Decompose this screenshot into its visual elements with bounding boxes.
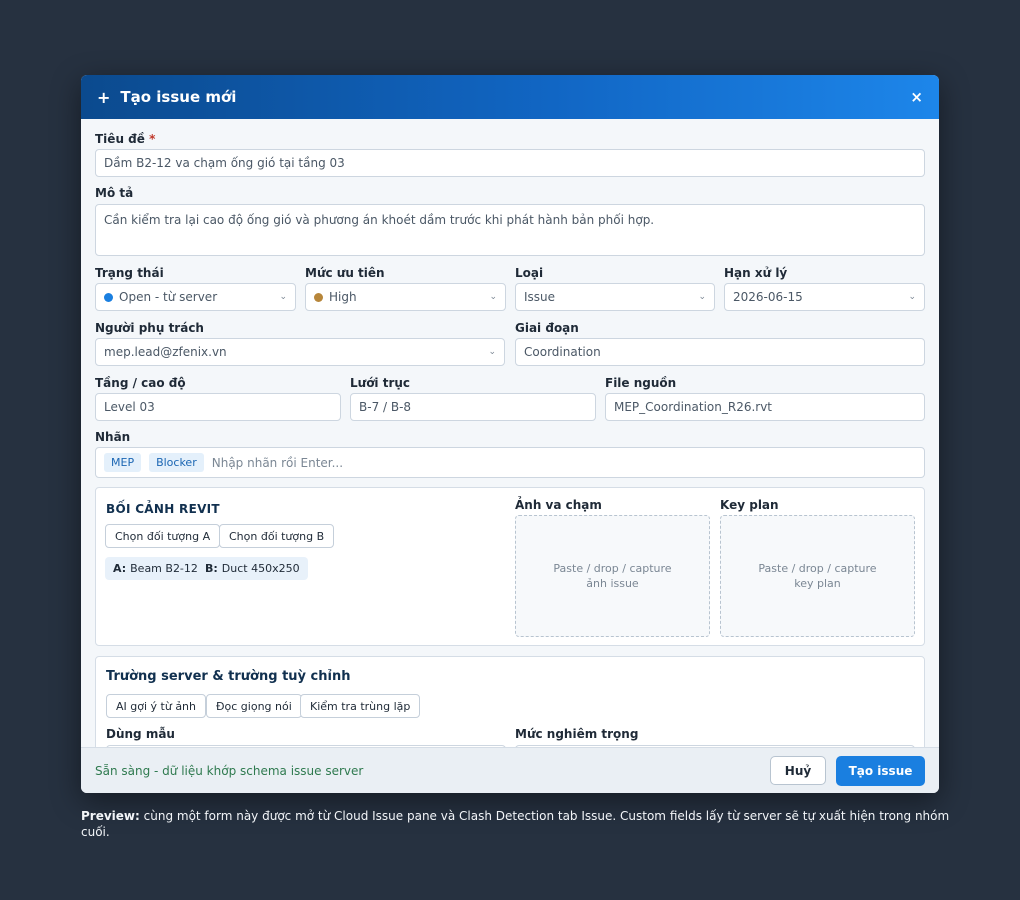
priority-value: High	[329, 290, 357, 304]
preview-note: Preview: cùng một form này được mở từ Cl…	[81, 808, 951, 840]
custom-fields-title: Trường server & trường tuỳ chỉnh	[106, 669, 351, 684]
revit-context-title: BỐI CẢNH REVIT	[106, 502, 220, 516]
tags-label: Nhãn	[95, 430, 131, 444]
chevron-down-icon: ⌄	[488, 347, 496, 357]
due-date-select[interactable]: 2026-06-15 ⌄	[724, 283, 925, 311]
object-b-value: Duct 450x250	[221, 562, 300, 575]
dialog-footer: Sẵn sàng - dữ liệu khớp schema issue ser…	[81, 747, 939, 793]
cancel-button[interactable]: Huỷ	[770, 756, 826, 785]
object-a-badge: A: Beam B2-12	[105, 557, 206, 580]
type-label: Loại	[515, 266, 544, 280]
dialog-header: + Tạo issue mới ×	[81, 75, 939, 119]
level-value: Level 03	[104, 400, 155, 414]
severity-label: Mức nghiêm trọng	[515, 727, 639, 741]
clash-image-hint-2: ảnh issue	[586, 577, 639, 590]
pick-object-b-button[interactable]: Chọn đối tượng B	[219, 524, 335, 548]
title-label: Tiêu đề *	[95, 132, 155, 146]
status-select[interactable]: Open - từ server ⌄	[95, 283, 296, 311]
priority-label: Mức ưu tiên	[305, 266, 385, 280]
phase-value: Coordination	[524, 345, 601, 359]
status-label: Trạng thái	[95, 266, 164, 280]
object-a-key: A:	[113, 562, 127, 575]
clash-image-dropzone[interactable]: Paste / drop / capture ảnh issue	[515, 515, 710, 637]
tags-placeholder: Nhập nhãn rồi Enter...	[211, 455, 344, 470]
level-input[interactable]: Level 03	[95, 393, 341, 421]
grid-input[interactable]: B-7 / B-8	[350, 393, 596, 421]
object-b-badge: B: Duct 450x250	[197, 557, 308, 580]
source-file-input[interactable]: MEP_Coordination_R26.rvt	[605, 393, 925, 421]
dialog-body: Tiêu đề * Dầm B2-12 va chạm ống gió tại …	[81, 119, 939, 747]
type-select[interactable]: Issue ⌄	[515, 283, 715, 311]
keyplan-hint: Paste / drop / capture	[758, 562, 877, 575]
preview-text: cùng một form này được mở từ Cloud Issue…	[81, 809, 950, 839]
grid-label: Lưới trục	[350, 376, 411, 390]
due-value: 2026-06-15	[733, 290, 803, 304]
tags-input[interactable]: MEP Blocker Nhập nhãn rồi Enter...	[95, 447, 925, 478]
template-label: Dùng mẫu	[106, 727, 175, 741]
clash-image-hint: Paste / drop / capture	[553, 562, 672, 575]
voice-input-button[interactable]: Đọc giọng nói	[206, 694, 302, 718]
description-value: Cần kiểm tra lại cao độ ống gió và phươn…	[104, 213, 655, 227]
ai-suggest-button[interactable]: AI gợi ý từ ảnh	[106, 694, 207, 718]
title-label-text: Tiêu đề	[95, 132, 145, 146]
chevron-down-icon: ⌄	[698, 292, 706, 302]
source-file-value: MEP_Coordination_R26.rvt	[614, 400, 773, 414]
close-icon[interactable]: ×	[910, 88, 923, 106]
chevron-down-icon: ⌄	[489, 292, 497, 302]
object-a-value: Beam B2-12	[130, 562, 198, 575]
dialog-title: Tạo issue mới	[120, 88, 237, 106]
revit-context-panel: BỐI CẢNH REVIT Chọn đối tượng A Chọn đối…	[95, 487, 925, 646]
description-textarea[interactable]: Cần kiểm tra lại cao độ ống gió và phươn…	[95, 204, 925, 256]
grid-value: B-7 / B-8	[359, 400, 412, 414]
assignee-select[interactable]: mep.lead@zfenix.vn ⌄	[95, 338, 505, 366]
assignee-label: Người phụ trách	[95, 321, 204, 335]
keyplan-hint-2: key plan	[794, 577, 841, 590]
tag-chip[interactable]: MEP	[104, 453, 142, 472]
title-input[interactable]: Dầm B2-12 va chạm ống gió tại tầng 03	[95, 149, 925, 177]
level-label: Tầng / cao độ	[95, 376, 186, 390]
phase-label: Giai đoạn	[515, 321, 579, 335]
plus-icon: +	[97, 87, 111, 107]
chevron-down-icon: ⌄	[908, 292, 916, 302]
custom-fields-panel: Trường server & trường tuỳ chỉnh AI gợi …	[95, 656, 925, 747]
priority-select[interactable]: High ⌄	[305, 283, 506, 311]
duplicate-check-button[interactable]: Kiểm tra trùng lặp	[300, 694, 421, 718]
create-issue-button[interactable]: Tạo issue	[836, 755, 925, 786]
status-message: Sẵn sàng - dữ liệu khớp schema issue ser…	[95, 763, 364, 778]
preview-prefix: Preview:	[81, 809, 140, 823]
type-value: Issue	[524, 290, 556, 304]
pick-object-a-button[interactable]: Chọn đối tượng A	[105, 524, 221, 548]
status-value: Open - từ server	[119, 290, 218, 304]
create-issue-dialog: + Tạo issue mới × Tiêu đề * Dầm B2-12 va…	[81, 75, 939, 793]
status-dot-icon	[104, 292, 113, 302]
phase-input[interactable]: Coordination	[515, 338, 925, 366]
object-b-key: B:	[205, 562, 218, 575]
required-mark: *	[149, 132, 156, 146]
source-file-label: File nguồn	[605, 376, 677, 390]
priority-dot-icon	[314, 292, 323, 302]
keyplan-label: Key plan	[720, 498, 779, 512]
due-label: Hạn xử lý	[724, 266, 788, 280]
clash-image-label: Ảnh va chạm	[515, 498, 602, 512]
assignee-value: mep.lead@zfenix.vn	[104, 345, 227, 359]
title-input-value: Dầm B2-12 va chạm ống gió tại tầng 03	[104, 156, 345, 170]
keyplan-dropzone[interactable]: Paste / drop / capture key plan	[720, 515, 915, 637]
description-label: Mô tả	[95, 186, 134, 200]
tag-chip[interactable]: Blocker	[149, 453, 204, 472]
chevron-down-icon: ⌄	[279, 292, 287, 302]
